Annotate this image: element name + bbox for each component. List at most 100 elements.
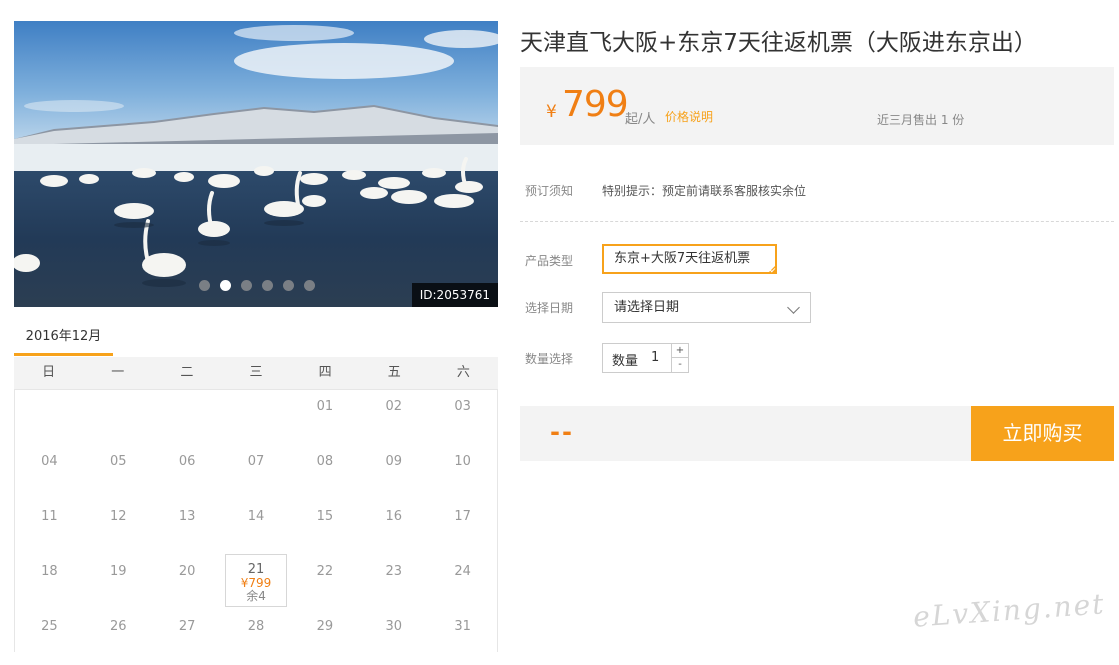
calendar-day: 02 xyxy=(359,390,428,445)
weekday-label: 二 xyxy=(180,365,194,380)
carousel-dot[interactable] xyxy=(304,280,315,291)
quantity-buttons: + - xyxy=(671,344,688,372)
increment-button[interactable]: + xyxy=(672,344,688,358)
booking-notice-label: 预订须知 xyxy=(525,184,574,198)
price-amount: 799 xyxy=(562,84,629,125)
chevron-down-icon xyxy=(787,301,800,314)
calendar-day-number: 18 xyxy=(41,564,58,579)
carousel-dot[interactable] xyxy=(241,280,252,291)
gallery-photo xyxy=(14,21,498,307)
calendar-day: 29 xyxy=(290,610,359,665)
calendar-day: 12 xyxy=(84,500,153,555)
calendar-day-number: 05 xyxy=(110,454,127,469)
calendar-day: 14 xyxy=(222,500,291,555)
weekday-label: 日 xyxy=(42,365,56,380)
product-type-option-text: 东京+大阪7天往返机票 xyxy=(614,251,751,266)
calendar-day-number: 14 xyxy=(247,509,265,524)
calendar-day-number: 22 xyxy=(316,564,334,579)
calendar-day: 03 xyxy=(428,390,497,445)
calendar-day-highlight xyxy=(224,554,288,607)
calendar-weekday-header: 日 一 二 三 四 五 六 xyxy=(14,357,498,389)
calendar-week-row: 18 19 20 21 ¥799 余4 22 23 24 xyxy=(15,554,497,610)
calendar-day: 30 xyxy=(359,610,428,665)
calendar-month-tab[interactable]: 2016年12月 xyxy=(14,322,113,356)
order-bar: -- 立即购买 xyxy=(520,406,1114,461)
calendar-empty-cell xyxy=(222,390,291,445)
carousel-dot[interactable] xyxy=(199,280,210,291)
product-gallery[interactable]: ID:2053761 xyxy=(14,21,498,307)
calendar-day: 27 xyxy=(153,610,222,665)
weekday-label: 六 xyxy=(456,365,470,380)
calendar-day-number: 04 xyxy=(41,454,58,469)
decrement-button[interactable]: - xyxy=(672,358,688,372)
calendar-day: 01 xyxy=(290,390,359,445)
calendar-day-number: 24 xyxy=(454,564,471,579)
calendar-day-number: 03 xyxy=(454,399,471,414)
calendar-day-number: 12 xyxy=(110,509,127,524)
calendar-day-number: 17 xyxy=(454,509,471,524)
calendar-day-number: 02 xyxy=(385,399,402,414)
selected-check-icon xyxy=(767,264,777,274)
product-title: 天津直飞大阪+东京7天往返机票（大阪进东京出） xyxy=(520,30,1037,56)
carousel-dot-active[interactable] xyxy=(220,280,231,291)
calendar-day: 24 xyxy=(428,555,497,610)
booking-notice-text: 特别提示：预定前请联系客服核实余位 xyxy=(602,184,807,198)
total-price: -- xyxy=(550,418,574,446)
calendar-day-number: 16 xyxy=(385,509,402,524)
calendar-day-number: 09 xyxy=(385,454,402,469)
calendar-week-row: 04 05 06 07 08 09 10 xyxy=(15,445,497,500)
calendar-day: 18 xyxy=(15,555,84,610)
calendar-day: 22 xyxy=(290,555,359,610)
calendar-day-number: 26 xyxy=(110,619,127,634)
price-explanation-link[interactable]: 价格说明 xyxy=(665,108,713,125)
calendar-day-number: 27 xyxy=(178,619,196,634)
site-watermark: eLvXing.net xyxy=(912,587,1107,634)
calendar-day: 25 xyxy=(15,610,84,665)
calendar-day: 08 xyxy=(290,445,359,500)
calendar-day-number: 20 xyxy=(178,564,196,579)
calendar-day: 17 xyxy=(428,500,497,555)
carousel-dot[interactable] xyxy=(283,280,294,291)
buy-now-button[interactable]: 立即购买 xyxy=(971,406,1114,461)
calendar-day: 10 xyxy=(428,445,497,500)
calendar-empty-cell xyxy=(84,390,153,445)
calendar-body: 01 02 03 04 05 06 07 08 09 10 11 12 13 14 15 16 17 18 19 20… xyxy=(14,389,498,652)
calendar-day-number: 28 xyxy=(247,619,265,634)
calendar-day-number: 23 xyxy=(385,564,402,579)
weekday-label: 五 xyxy=(387,365,401,380)
quantity-value[interactable]: 1 xyxy=(651,350,659,365)
calendar-day: 13 xyxy=(153,500,222,555)
quantity-label: 数量选择 xyxy=(525,352,574,366)
date-select[interactable]: 请选择日期 xyxy=(602,292,811,323)
carousel-dot[interactable] xyxy=(262,280,273,291)
price-panel: ¥ 799 起/人 价格说明 近三月售出 1 份 xyxy=(520,67,1114,145)
calendar-day: 07 xyxy=(222,445,291,500)
calendar-day: 05 xyxy=(84,445,153,500)
calendar-day-number: 08 xyxy=(316,454,334,469)
date-select-label: 选择日期 xyxy=(525,301,574,315)
calendar-day: 20 xyxy=(153,555,222,610)
calendar-day-number: 11 xyxy=(41,509,58,524)
calendar-day-number: 01 xyxy=(316,399,334,414)
calendar-day: 31 xyxy=(428,610,497,665)
calendar-week-row: 11 12 13 14 15 16 17 xyxy=(15,500,497,555)
quantity-inner-label: 数量 xyxy=(612,354,639,369)
calendar-week-row: 25 26 27 28 29 30 31 xyxy=(15,610,497,665)
calendar-day-available[interactable]: 21 ¥799 余4 xyxy=(222,554,291,610)
weekday-label: 四 xyxy=(318,365,332,380)
calendar-day: 04 xyxy=(15,445,84,500)
quantity-stepper: 数量 1 + - xyxy=(602,343,689,373)
calendar-day: 11 xyxy=(15,500,84,555)
calendar-day-number: 07 xyxy=(247,454,265,469)
calendar-day-number: 25 xyxy=(41,619,58,634)
calendar-day: 09 xyxy=(359,445,428,500)
carousel-dots xyxy=(199,280,315,291)
divider xyxy=(520,221,1114,222)
sales-count: 近三月售出 1 份 xyxy=(877,113,965,127)
date-select-placeholder: 请选择日期 xyxy=(614,300,680,315)
weekday-label: 一 xyxy=(111,365,125,380)
calendar-day-number: 15 xyxy=(316,509,334,524)
product-type-option-selected[interactable]: 东京+大阪7天往返机票 xyxy=(602,244,777,274)
weekday-label: 三 xyxy=(249,365,263,380)
calendar-day-number: 31 xyxy=(454,619,471,634)
